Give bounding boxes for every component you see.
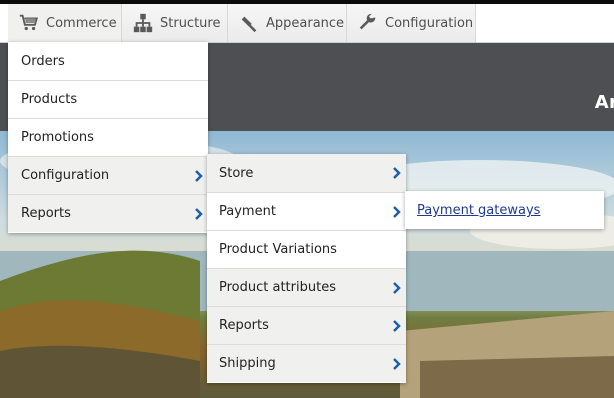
menu-item-promotions[interactable]: Promotions [8,118,208,156]
paintbrush-icon [238,12,260,34]
chevron-right-icon [392,206,402,218]
chevron-right-icon [392,167,402,179]
tab-appearance-label: Appearance [266,15,345,31]
menu-item-label: Promotions [21,130,94,145]
menu-item-configuration[interactable]: Configuration [8,156,208,194]
payment-submenu: Payment gateways [405,191,604,229]
submenu-item-payment-gateways[interactable]: Payment gateways [417,203,540,218]
site-title: Artw [594,92,614,113]
submenu-item-store[interactable]: Store [207,154,406,192]
submenu-item-label: Payment [219,204,276,219]
menu-item-orders[interactable]: Orders [8,42,208,80]
submenu-item-reports[interactable]: Reports [207,306,406,344]
chevron-right-icon [392,282,402,294]
cart-icon [18,12,40,34]
submenu-item-label: Product Variations [219,242,337,257]
submenu-item-label: Reports [219,318,269,333]
wrench-icon [357,12,379,34]
menu-item-label: Orders [21,53,65,69]
tab-structure-label: Structure [160,15,221,31]
menu-item-label: Products [21,92,78,107]
tab-commerce[interactable]: Commerce [8,4,122,42]
configuration-submenu: Store Payment Product Variations Product… [207,154,406,383]
submenu-item-product-variations[interactable]: Product Variations [207,230,406,268]
submenu-item-shipping[interactable]: Shipping [207,344,406,382]
menu-item-products[interactable]: Products [8,80,208,118]
chevron-right-icon [392,358,402,370]
chevron-right-icon [194,208,204,220]
submenu-item-label: Product attributes [219,280,336,295]
chevron-right-icon [194,170,204,182]
submenu-item-label: Store [219,165,254,181]
tab-appearance[interactable]: Appearance [228,4,347,42]
menu-item-reports[interactable]: Reports [8,194,208,232]
commerce-menu: Orders Products Promotions Configuration… [8,42,208,233]
tab-commerce-label: Commerce [46,15,117,31]
submenu-item-label: Shipping [219,356,276,371]
sitemap-icon [132,12,154,34]
submenu-item-payment[interactable]: Payment [207,192,406,230]
admin-toolbar: Commerce Structure Appearance Configurat… [0,4,614,43]
tab-configuration[interactable]: Configuration [347,4,476,42]
submenu-item-product-attributes[interactable]: Product attributes [207,268,406,306]
tab-configuration-label: Configuration [385,15,474,31]
menu-item-label: Reports [21,206,71,221]
tab-structure[interactable]: Structure [122,4,228,42]
menu-item-label: Configuration [21,168,110,183]
chevron-right-icon [392,320,402,332]
